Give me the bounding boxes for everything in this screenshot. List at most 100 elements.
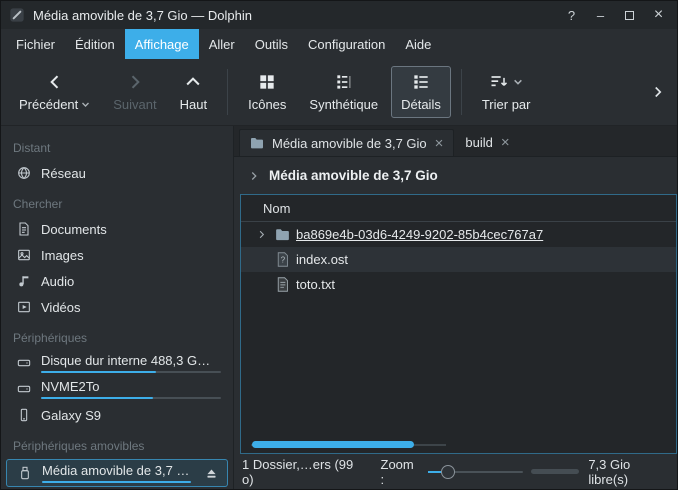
back-label: Précédent (19, 97, 78, 112)
sidebar-item-label: Galaxy S9 (41, 408, 101, 423)
usage-bar-fill (42, 481, 191, 483)
file-view: Nom ba869e4b-03d6-4249-9202-85b4cec767a7… (240, 194, 677, 454)
menu-aide[interactable]: Aide (395, 29, 441, 59)
sidebar-item-images[interactable]: Images (1, 242, 233, 268)
usage-bar (41, 371, 221, 373)
icons-view-button[interactable]: Icônes (238, 66, 296, 118)
chevron-right-icon (247, 169, 261, 183)
sidebar-item-label: Images (41, 248, 84, 263)
column-header-nom[interactable]: Nom (241, 195, 676, 222)
close-button[interactable]: × (648, 5, 669, 26)
forward-label: Suivant (113, 97, 156, 112)
forward-button[interactable]: Suivant (103, 66, 166, 118)
sidebar-item-label: Réseau (41, 166, 86, 181)
file-name: toto.txt (296, 277, 335, 292)
app-icon (9, 7, 25, 23)
section-header-peripheriques: Périphériques (1, 320, 233, 350)
window-title: Média amovible de 3,7 Gio — Dolphin (33, 8, 252, 23)
folder-icon (249, 135, 265, 151)
file-row-folder[interactable]: ba869e4b-03d6-4249-9202-85b4cec767a7 (241, 222, 676, 247)
svg-text:?: ? (281, 256, 286, 265)
scrollbar-thumb[interactable] (252, 441, 414, 448)
menu-edition[interactable]: Édition (65, 29, 125, 59)
network-icon (16, 165, 32, 181)
zoom-slider[interactable] (428, 465, 523, 479)
icons-view-label: Icônes (248, 97, 286, 112)
sidebar-item-label: Média amovible de 3,7 … (42, 463, 191, 478)
sidebar-item-documents[interactable]: Documents (1, 216, 233, 242)
sidebar-item-reseau[interactable]: Réseau (1, 160, 233, 186)
up-icon (183, 72, 203, 92)
free-space: 7,3 Gio libre(s) (531, 457, 665, 487)
image-icon (16, 247, 32, 263)
zoom-label: Zoom : (381, 457, 419, 487)
toolbar: Précédent Suivant Haut Icônes Synthétiqu… (1, 59, 677, 126)
maximize-button[interactable] (619, 5, 640, 26)
dolphin-window: Média amovible de 3,7 Gio — Dolphin ? – … (0, 0, 678, 490)
section-header-distant: Distant (1, 130, 233, 160)
text-file-icon (274, 276, 291, 293)
sidebar-item-media-amovible[interactable]: Média amovible de 3,7 … (6, 459, 228, 487)
sidebar-item-videos[interactable]: Vidéos (1, 294, 233, 320)
menu-affichage[interactable]: Affichage (125, 29, 199, 59)
usage-bar-fill (41, 397, 153, 399)
file-row-toto-txt[interactable]: toto.txt (241, 272, 676, 297)
sidebar-item-label: Audio (41, 274, 74, 289)
tab-build[interactable]: build × (456, 129, 519, 156)
content: Distant Réseau Chercher Documents Images… (1, 126, 677, 489)
help-button[interactable]: ? (561, 5, 582, 26)
eject-button[interactable] (204, 466, 219, 481)
sort-icon (489, 72, 509, 92)
toolbar-overflow-button[interactable] (647, 83, 669, 101)
forward-icon (125, 72, 145, 92)
tab-close-button[interactable]: × (434, 136, 445, 151)
details-view-button[interactable]: Détails (391, 66, 451, 118)
file-name: ba869e4b-03d6-4249-9202-85b4cec767a7 (296, 227, 543, 242)
sidebar-item-label: Disque dur interne 488,3 G… (41, 353, 221, 368)
sidebar-item-audio[interactable]: Audio (1, 268, 233, 294)
zoom-slider-handle[interactable] (441, 465, 455, 479)
sidebar-item-galaxy-s9[interactable]: Galaxy S9 (1, 402, 233, 428)
folder-icon (274, 226, 291, 243)
icons-view-icon (257, 72, 277, 92)
sort-by-button[interactable]: Trier par (472, 66, 541, 118)
sidebar-item-nvme2to[interactable]: NVME2To (1, 376, 233, 402)
maximize-icon (625, 11, 634, 20)
sidebar-item-disque-dur-interne[interactable]: Disque dur interne 488,3 G… (1, 350, 233, 376)
compact-view-button[interactable]: Synthétique (299, 66, 388, 118)
usb-icon (17, 465, 33, 481)
usage-bar (41, 397, 221, 399)
chevron-down-icon (513, 78, 523, 86)
up-button[interactable]: Haut (170, 66, 217, 118)
eject-icon (204, 466, 219, 481)
tab-media-amovible[interactable]: Média amovible de 3,7 Gio × (239, 129, 454, 156)
tab-bar: Média amovible de 3,7 Gio × build × (234, 126, 677, 157)
horizontal-scrollbar[interactable] (251, 441, 446, 448)
sidebar-item-label: NVME2To (41, 379, 221, 394)
section-header-chercher: Chercher (1, 186, 233, 216)
menu-fichier[interactable]: Fichier (6, 29, 65, 59)
breadcrumb-current[interactable]: Média amovible de 3,7 Gio (269, 168, 438, 183)
status-summary: 1 Dossier,…ers (99 o) (242, 457, 357, 487)
usage-bar (42, 481, 191, 483)
zoom-control: Zoom : (381, 457, 523, 487)
menu-configuration[interactable]: Configuration (298, 29, 395, 59)
menu-aller[interactable]: Aller (199, 29, 245, 59)
minimize-button[interactable]: – (590, 5, 611, 26)
places-panel: Distant Réseau Chercher Documents Images… (1, 126, 234, 489)
back-button[interactable]: Précédent (9, 66, 100, 118)
menubar: Fichier Édition Affichage Aller Outils C… (1, 29, 677, 59)
toolbar-separator (227, 69, 228, 115)
free-space-bar (531, 469, 580, 474)
section-header-peripheriques-amovibles: Périphériques amovibles (1, 428, 233, 458)
sort-by-label: Trier par (482, 97, 531, 112)
phone-icon (16, 407, 32, 423)
details-view-label: Détails (401, 97, 441, 112)
file-row-index-ost[interactable]: ? index.ost (241, 247, 676, 272)
expander-chevron-icon[interactable] (253, 229, 269, 240)
document-icon (16, 221, 32, 237)
tab-close-button[interactable]: × (500, 135, 511, 150)
menu-outils[interactable]: Outils (245, 29, 298, 59)
main-area: Média amovible de 3,7 Gio × build × Médi… (234, 126, 677, 489)
harddisk-icon (16, 381, 32, 397)
